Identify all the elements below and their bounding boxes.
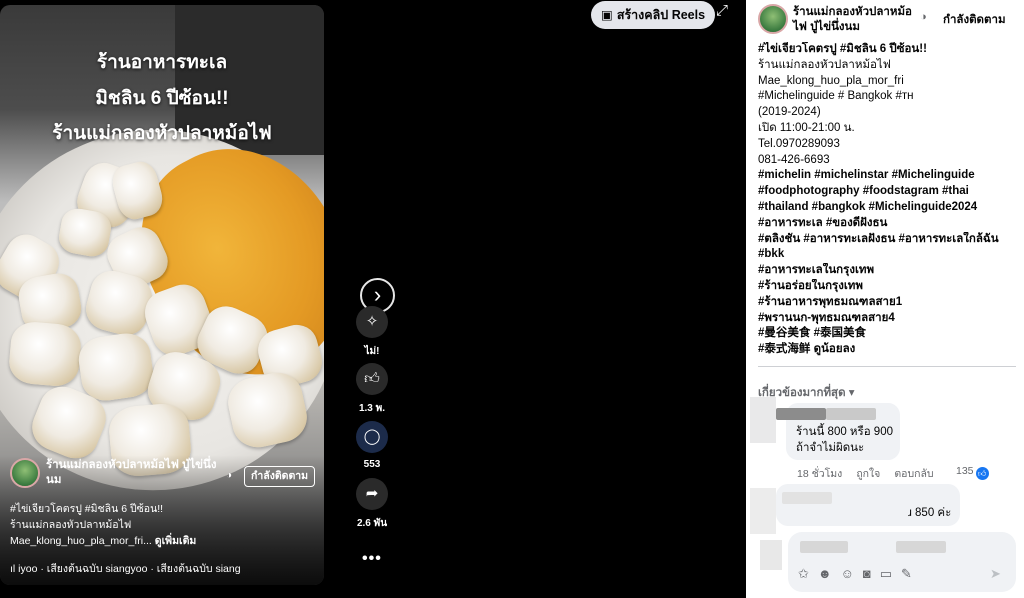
hashtag-line[interactable]: #泰式海鲜 ดูน้อยลง [758, 342, 1020, 358]
description-line: Mae_klong_huo_pla_mor_fri [758, 74, 904, 87]
description-line: (2019-2024) [758, 106, 821, 119]
description-line: #ไข่เจียวโคตรปู #มิชลิน 6 ปีซ้อน!! [758, 43, 927, 55]
comment-text: ร้านนี้ 800 หรือ 900 [796, 426, 893, 438]
caption-text: Mae_klong_huo_pla_mor_fri... [10, 535, 152, 547]
redacted-placeholder [800, 541, 848, 553]
sparkle-icon: ✧ [356, 306, 388, 338]
thumbs-up-icon: 👍︎ [356, 363, 388, 395]
hashtag-line[interactable]: #ร้านอร่อยในกรุงเทพ [758, 279, 1020, 295]
globe-icon: ◑ [226, 470, 233, 481]
video-caption-line: Mae_klong_huo_pla_mor_fri... ดูเพิ่มเติม [10, 534, 196, 549]
overlay-title-line: มิชลิน 6 ปีซ้อน!! [95, 88, 229, 109]
hashtag-line[interactable]: #พรานนก-พุทธมณฑลสาย4 [758, 311, 1020, 327]
commenter-avatar[interactable] [750, 397, 776, 443]
like-button[interactable]: 👍︎ 1.3 พ. [352, 363, 392, 416]
expand-icon[interactable]: ⤢ [716, 2, 728, 19]
follow-button[interactable]: กำลังติดตาม [943, 11, 1006, 29]
comment-meta: 18 ชั่วโมง ถูกใจ ตอบกลับ [797, 465, 948, 482]
comment-like-link[interactable]: ถูกใจ [856, 468, 880, 480]
description-line: 081-426-6693 [758, 153, 830, 166]
sticker-sheet-icon[interactable]: ✎ [901, 566, 921, 581]
see-more-link[interactable]: ดูเพิ่มเติม [155, 535, 197, 547]
video-caption-line: #ไข่เจียวโคตรปู #มิชลิน 6 ปีซ้อน!! [10, 503, 164, 515]
share-count: 2.6 พัน [356, 518, 388, 529]
hashtag-line[interactable]: #อาหารทะเลในกรุงเทพ [758, 263, 1020, 279]
redacted-name [782, 492, 832, 504]
comment-text: ɹ 850 ค่ะ [908, 507, 952, 519]
hashtag-line[interactable]: #曼谷美食 #泰国美食 [758, 326, 1020, 342]
overlay-title-line: ร้านแม่กลองหัวปลาหม้อไฟ [52, 123, 272, 144]
description-line[interactable]: #Michelinguide # Bangkok #ᴛʜ [758, 89, 1020, 105]
post-details-panel: ร้านแม่กลองหัวปลาหม้อไฟ ปู่ไข่นึ่งนม ◑ ก… [746, 0, 1024, 598]
hashtag-line[interactable]: #michelin #michelinstar #Michelinguide [758, 168, 1020, 184]
reels-icon: ▣ [601, 8, 613, 22]
hashtag-line[interactable]: #foodphotography #foodstagram #thai [758, 184, 1020, 200]
more-options-button[interactable]: ••• [362, 550, 382, 568]
video-caption-line: ร้านแม่กลองหัวปลาหม้อไฟ [10, 519, 132, 531]
reels-viewer: ร้านอาหารทะเล มิชลิน 6 ปีซ้อน!! ร้านแม่ก… [0, 0, 1024, 598]
description-line: เปิด 11:00-21:00 น. [758, 121, 855, 134]
comment-bubble: ร้านนี้ 800 หรือ 900 ถ้าจำไม่ผิดนะ [776, 403, 900, 460]
hashtag-line[interactable]: #ตลิ่งชัน #อาหารทะเลฝั่งธน #อาหารทะเลใกล… [758, 232, 1020, 248]
overlay-title-line: ร้านอาหารทะเล [96, 52, 228, 73]
action-not-interested[interactable]: ✧ ไม่! [352, 306, 392, 359]
comment-time[interactable]: 18 ชั่วโมง [797, 468, 842, 480]
redacted-name [826, 408, 876, 420]
audio-ticker[interactable]: ıl iyoo · เสียงต้นฉบับ siangyoo · เสียงต… [10, 560, 241, 577]
video-page-avatar[interactable] [10, 458, 40, 488]
hashtag-line[interactable]: #อาหารทะเล #ของดีฝั่งธน [758, 216, 1020, 232]
description-line: ร้านแม่กลองหัวปลาหม้อไฟ [758, 58, 891, 71]
camera-icon[interactable]: ◙ [863, 566, 880, 581]
like-reaction-icon: 👍︎ [975, 467, 989, 480]
sticker-icon[interactable]: ✩ [798, 566, 818, 581]
description-line: Tel.0970289093 [758, 137, 840, 150]
like-count: 1.3 พ. [358, 403, 386, 414]
composer-toolbar: ✩☻☺◙▭✎ [798, 566, 921, 582]
page-name[interactable]: ร้านแม่กลองหัวปลาหม้อไฟ ปู่ไข่นึ่งนม [793, 5, 919, 35]
hashtag-line[interactable]: #ร้านอาหารพุทธมณฑลสาย1 [758, 295, 1020, 311]
send-icon[interactable]: ➤ [990, 566, 1001, 582]
crab-meat [7, 320, 83, 388]
avatar-sticker-icon[interactable]: ☻ [818, 566, 841, 581]
create-reels-button[interactable]: ▣ สร้างคลิป Reels [591, 1, 716, 29]
share-icon: ➦ [356, 478, 388, 510]
gif-icon[interactable]: ▭ [880, 566, 901, 581]
hashtag-line[interactable]: #bkk [758, 247, 1020, 263]
comment-reactions[interactable]: 135 👍︎ [956, 465, 989, 480]
comment-bubble: ɹ 850 ค่ะ [776, 484, 960, 526]
action-label: ไม่! [364, 346, 380, 357]
post-description: #ไข่เจียวโคตรปู #มิชลิน 6 ปีซ้อน!! ร้านแ… [758, 42, 1020, 358]
reaction-count: 135 [956, 465, 974, 477]
redacted-name [776, 408, 826, 420]
emoji-icon[interactable]: ☺ [841, 566, 863, 581]
commenter-avatar[interactable] [750, 488, 776, 534]
comment-text: ถ้าจำไม่ผิดนะ [796, 442, 865, 454]
create-reels-label: สร้างคลิป Reels [616, 8, 706, 22]
page-avatar[interactable] [758, 4, 788, 34]
divider [758, 366, 1016, 367]
share-button[interactable]: ➦ 2.6 พัน [352, 478, 392, 531]
redacted-placeholder [896, 541, 946, 553]
video-follow-button[interactable]: กำลังติดตาม [244, 466, 316, 487]
comment-composer[interactable]: ✩☻☺◙▭✎ ➤ [788, 532, 1016, 592]
comment-count: 553 [363, 459, 381, 470]
comment-reply-link[interactable]: ตอบกลับ [894, 468, 933, 480]
caret-down-icon: ▾ [848, 387, 855, 399]
globe-icon: ◑ [920, 11, 927, 23]
video-page-name[interactable]: ร้านแม่กลองหัวปลาหม้อไฟ ปู่ไข่นึ่งนม [46, 458, 224, 488]
reel-video[interactable]: ร้านอาหารทะเล มิชลิน 6 ปีซ้อน!! ร้านแม่ก… [0, 5, 324, 585]
hashtag-line[interactable]: #thailand #bangkok #Michelinguide2024 [758, 200, 1020, 216]
user-avatar [760, 540, 782, 570]
comment-button[interactable]: ◯ 553 [352, 421, 392, 470]
comment-icon: ◯ [356, 421, 388, 453]
